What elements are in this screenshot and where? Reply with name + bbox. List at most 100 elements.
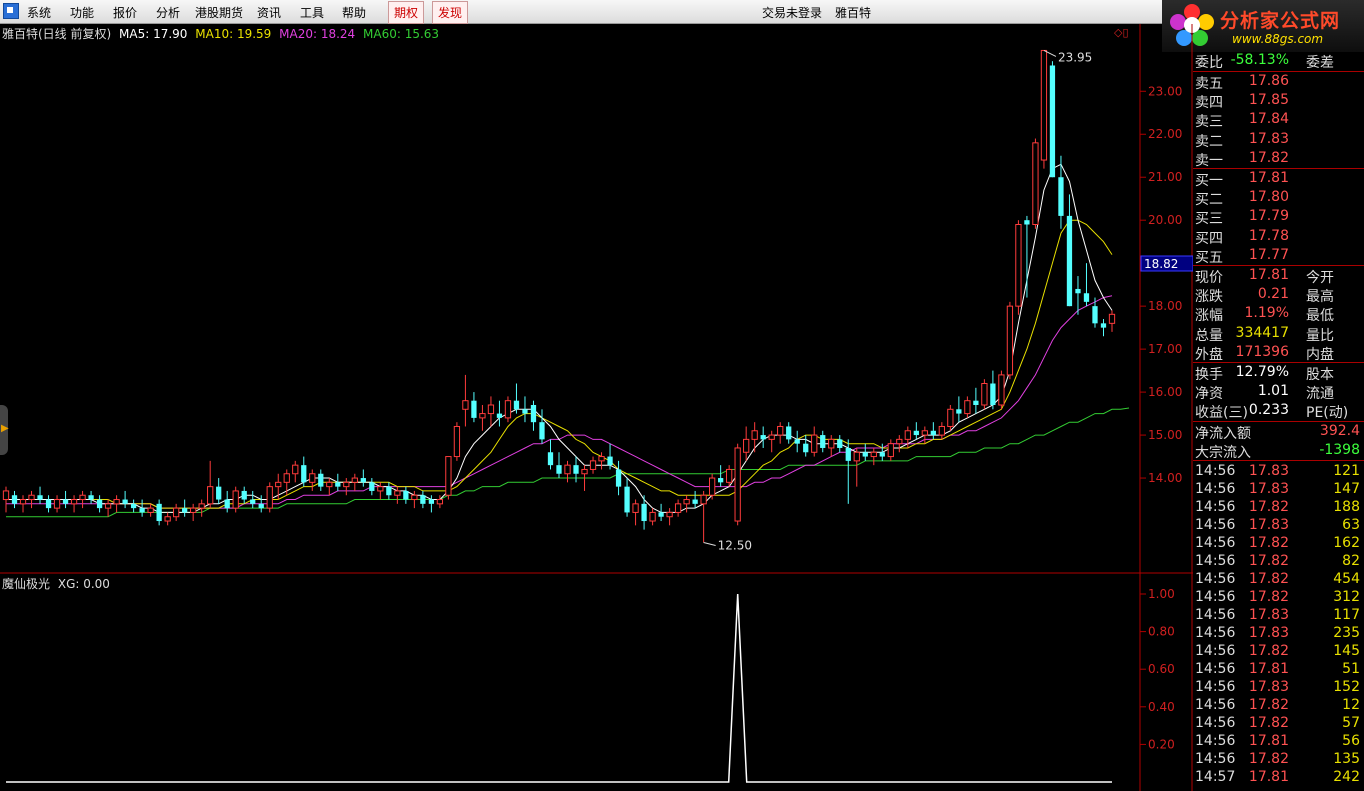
bid-row[interactable]: 买三 17.79 <box>1193 208 1364 227</box>
indicator-tick-label: 0.40 <box>1148 700 1175 714</box>
stat-label2: 最低 <box>1306 308 1334 325</box>
candle-body <box>777 425 784 436</box>
candle-body <box>641 503 647 522</box>
candle-body <box>564 464 571 475</box>
candle-body <box>147 507 154 513</box>
candle-body <box>250 499 256 504</box>
candle-body <box>930 430 936 436</box>
candle-body <box>318 473 324 487</box>
candle-body <box>1006 305 1014 376</box>
menu-hk-futures[interactable]: 港股期货 <box>195 4 243 21</box>
tick-row[interactable]: 14:56 17.83 121 <box>1193 463 1364 481</box>
tick-row[interactable]: 14:56 17.82 57 <box>1193 715 1364 733</box>
flow-row[interactable]: 净流入额 392.4 <box>1193 423 1364 442</box>
menu-quote[interactable]: 报价 <box>113 4 137 21</box>
stat2-row[interactable]: 净资 1.01 流通 <box>1193 383 1364 402</box>
candle-body <box>1040 49 1048 161</box>
tick-row[interactable]: 14:56 17.82 82 <box>1193 553 1364 571</box>
tick-volume: 162 <box>1333 535 1360 551</box>
flow-row[interactable]: 大宗流入 -1398 <box>1193 442 1364 461</box>
tab-discover[interactable]: 发现 <box>432 1 469 24</box>
tick-row[interactable]: 14:56 17.82 145 <box>1193 643 1364 661</box>
indicator-tick-label: 0.60 <box>1148 662 1175 676</box>
left-scroll-handle[interactable]: ▶ <box>0 405 9 455</box>
price-tick-label: 18.00 <box>1148 299 1182 313</box>
expand-arrow-icon: ▶ <box>1 423 9 434</box>
ask-row[interactable]: 卖二 17.83 <box>1193 131 1364 150</box>
tick-row[interactable]: 14:56 17.81 51 <box>1193 661 1364 679</box>
stat2-row[interactable]: 换手 12.79% 股本 <box>1193 364 1364 383</box>
tick-row[interactable]: 14:56 17.83 147 <box>1193 481 1364 499</box>
tick-volume: 188 <box>1333 499 1360 515</box>
tick-volume: 135 <box>1333 751 1360 767</box>
tick-time: 14:56 <box>1195 697 1236 713</box>
price-tick-label: 21.00 <box>1148 170 1182 184</box>
menu-news[interactable]: 资讯 <box>257 4 281 21</box>
candle-body <box>990 383 996 405</box>
candle-body <box>232 490 239 509</box>
stat-value: 17.81 <box>1248 267 1289 283</box>
extreme-labels: 23.95 12.50 <box>703 49 1092 553</box>
tick-row[interactable]: 14:56 17.82 312 <box>1193 589 1364 607</box>
candle-body <box>649 511 656 522</box>
tick-row[interactable]: 14:56 17.82 12 <box>1193 697 1364 715</box>
tick-time: 14:56 <box>1195 715 1236 731</box>
tick-price: 17.82 <box>1248 643 1289 659</box>
tick-row[interactable]: 14:56 17.83 63 <box>1193 517 1364 535</box>
menu-help[interactable]: 帮助 <box>342 4 366 21</box>
bid-row[interactable]: 买一 17.81 <box>1193 170 1364 189</box>
stat-label: 总量 <box>1195 327 1223 344</box>
stat-row[interactable]: 外盘 171396 内盘 <box>1193 344 1364 363</box>
menu-tools[interactable]: 工具 <box>300 4 324 21</box>
bid-price: 17.78 <box>1248 227 1289 244</box>
tick-row[interactable]: 14:56 17.81 56 <box>1193 733 1364 751</box>
ask-row[interactable]: 卖一 17.82 <box>1193 150 1364 169</box>
tick-row[interactable]: 14:56 17.82 135 <box>1193 751 1364 769</box>
candle-body <box>896 438 903 445</box>
candle-body <box>1066 215 1073 307</box>
tick-row[interactable]: 14:56 17.83 235 <box>1193 625 1364 643</box>
price-axis-ticks: 23.00 22.00 21.00 20.00 18.00 17.00 16.00 15.00… <box>1140 84 1182 485</box>
bid-row[interactable]: 买五 17.77 <box>1193 247 1364 266</box>
tick-price: 17.82 <box>1248 751 1289 767</box>
bid-row[interactable]: 买四 17.78 <box>1193 227 1364 247</box>
menu-function[interactable]: 功能 <box>70 4 94 21</box>
candle-body <box>241 490 247 500</box>
ask-row[interactable]: 卖三 17.84 <box>1193 111 1364 130</box>
tick-volume: 63 <box>1342 517 1360 533</box>
tick-row[interactable]: 14:56 17.82 162 <box>1193 535 1364 553</box>
stat-row[interactable]: 总量 334417 量比 <box>1193 325 1364 344</box>
app-icon[interactable] <box>3 3 19 19</box>
menu-analysis[interactable]: 分析 <box>156 4 180 21</box>
chart-options-icon[interactable]: ◇▯ <box>1114 26 1129 39</box>
main-chart-title: 雅百特(日线 前复权) <box>2 27 112 41</box>
tab-options[interactable]: 期权 <box>388 1 425 24</box>
tick-time: 14:56 <box>1195 607 1236 623</box>
ask-row[interactable]: 卖四 17.85 <box>1193 92 1364 111</box>
tick-row[interactable]: 14:56 17.82 188 <box>1193 499 1364 517</box>
stat-row[interactable]: 现价 17.81 今开 <box>1193 267 1364 286</box>
bid-row[interactable]: 买二 17.80 <box>1193 189 1364 208</box>
candle-body <box>768 434 775 440</box>
menu-system[interactable]: 系统 <box>27 4 51 21</box>
candle-body <box>1092 306 1098 324</box>
low-price-label: 12.50 <box>718 539 752 553</box>
ask-row[interactable]: 卖五 17.86 <box>1193 73 1364 92</box>
stat2-row[interactable]: 收益(三) 0.233 PE(动) <box>1193 402 1364 421</box>
candle-body <box>1058 177 1064 216</box>
tick-row[interactable]: 14:56 17.83 152 <box>1193 679 1364 697</box>
tick-row[interactable]: 14:57 17.81 242 <box>1193 769 1364 787</box>
stat-row[interactable]: 涨幅 1.19% 最低 <box>1193 305 1364 325</box>
indicator-tick-label: 1.00 <box>1148 587 1175 601</box>
stat-row[interactable]: 涨跌 0.21 最高 <box>1193 286 1364 305</box>
tick-row[interactable]: 14:56 17.82 454 <box>1193 571 1364 589</box>
candle-body <box>530 404 537 423</box>
flow-value: 392.4 <box>1319 423 1360 439</box>
tick-row[interactable]: 14:56 17.83 117 <box>1193 607 1364 625</box>
xg-label: XG: 0.00 <box>57 577 110 591</box>
candle-body <box>547 452 554 466</box>
kline-chart[interactable]: 23.00 22.00 21.00 20.00 18.00 17.00 16.00 15.00… <box>0 24 1193 791</box>
candle-body <box>573 465 579 474</box>
candle-body <box>394 490 401 496</box>
tick-price: 17.81 <box>1248 769 1289 785</box>
